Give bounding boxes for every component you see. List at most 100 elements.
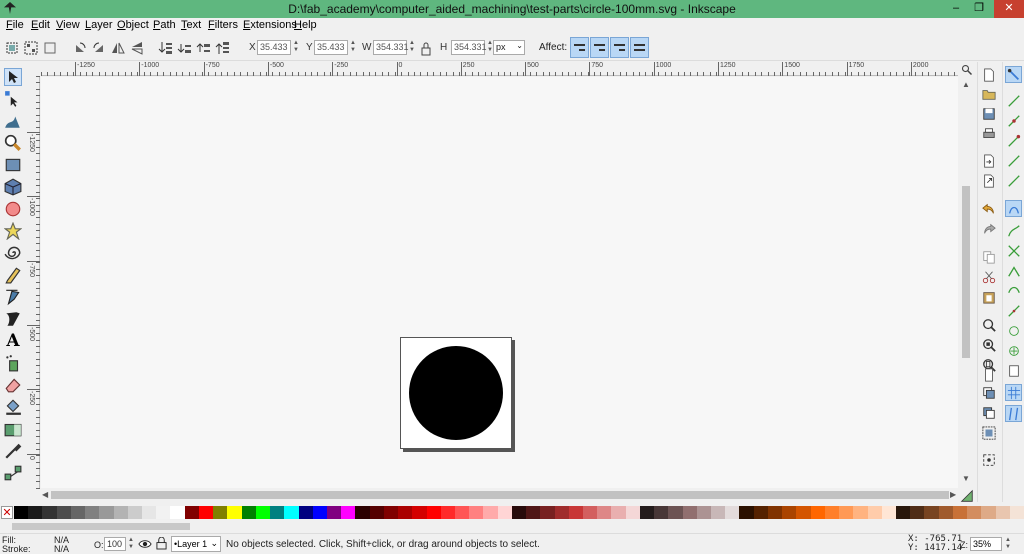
color-swatch[interactable] <box>1009 506 1024 519</box>
lower-icon[interactable] <box>177 40 193 56</box>
color-swatch[interactable] <box>227 506 243 519</box>
scroll-right-icon[interactable]: ▶ <box>950 490 956 499</box>
color-swatch[interactable] <box>895 506 911 519</box>
spiral-tool-button[interactable] <box>4 244 22 262</box>
rotate-cw-icon[interactable] <box>91 40 107 56</box>
selector-tool-button[interactable] <box>4 68 22 86</box>
snap-bbox-icon[interactable] <box>1007 94 1021 108</box>
color-swatch[interactable] <box>711 506 726 519</box>
color-swatch[interactable] <box>867 506 883 519</box>
color-swatch[interactable] <box>469 506 484 519</box>
color-swatch[interactable] <box>28 506 43 519</box>
color-swatch[interactable] <box>198 506 214 519</box>
select-all-layers-icon[interactable] <box>23 40 39 56</box>
color-swatch[interactable] <box>270 506 285 519</box>
color-swatch[interactable] <box>42 506 58 519</box>
snap-smooth-nodes-icon[interactable] <box>1007 284 1021 298</box>
cut-icon[interactable] <box>982 270 996 284</box>
color-swatch[interactable] <box>810 506 826 519</box>
color-swatch[interactable] <box>753 506 769 519</box>
color-swatch[interactable] <box>540 506 556 519</box>
gradient-tool-button[interactable] <box>4 420 22 438</box>
import-icon[interactable] <box>982 154 996 168</box>
duplicate-icon[interactable] <box>982 386 996 400</box>
color-swatch[interactable] <box>113 506 129 519</box>
xml-editor-icon[interactable] <box>982 453 996 467</box>
copy-icon[interactable] <box>982 250 996 264</box>
raise-to-top-icon[interactable] <box>215 40 231 56</box>
clone-icon[interactable] <box>982 406 996 420</box>
palette-scroll-thumb[interactable] <box>12 523 190 530</box>
snap-bbox-center-icon[interactable] <box>1007 174 1021 188</box>
zoom-spinner-icon[interactable]: ▲ ▼ <box>1004 537 1012 552</box>
horizontal-scroll-thumb[interactable] <box>51 491 949 499</box>
color-swatch[interactable] <box>597 506 612 519</box>
scroll-down-icon[interactable]: ▼ <box>962 474 970 483</box>
color-swatch[interactable] <box>454 506 470 519</box>
snap-bbox-midpoint-icon[interactable] <box>1007 154 1021 168</box>
color-swatch[interactable] <box>526 506 541 519</box>
affect-patterns-button[interactable] <box>630 37 649 58</box>
opacity-input[interactable]: 100 <box>104 537 126 551</box>
x-spinner-icon[interactable]: ▲ ▼ <box>292 40 300 55</box>
raise-icon[interactable] <box>196 40 212 56</box>
horizontal-scrollbar[interactable]: ◀ ▶ <box>41 488 958 503</box>
color-swatch[interactable] <box>938 506 954 519</box>
document-properties-icon[interactable] <box>982 368 996 382</box>
color-swatch[interactable] <box>511 506 527 519</box>
color-swatch[interactable] <box>725 506 740 519</box>
color-swatch[interactable] <box>668 506 684 519</box>
color-swatch[interactable] <box>284 506 299 519</box>
h-input[interactable]: 354.331 <box>451 40 487 55</box>
color-swatch[interactable] <box>639 506 655 519</box>
vertical-scrollbar[interactable]: ▲ ▼ <box>958 62 975 488</box>
color-swatch[interactable] <box>483 506 499 519</box>
color-swatch[interactable] <box>654 506 669 519</box>
scroll-up-icon[interactable]: ▲ <box>962 80 970 89</box>
color-swatch[interactable] <box>398 506 413 519</box>
menu-filters[interactable]: Filters <box>208 19 238 31</box>
text-tool-button[interactable]: A <box>4 332 22 350</box>
color-swatch[interactable] <box>85 506 100 519</box>
snap-cusp-nodes-icon[interactable] <box>1007 264 1021 278</box>
enable-snapping-button[interactable] <box>1005 66 1022 83</box>
snap-page-border-icon[interactable] <box>1007 364 1021 378</box>
color-swatch[interactable] <box>782 506 797 519</box>
zoom-drawing-icon[interactable] <box>982 338 996 352</box>
zoom-tool-button[interactable] <box>4 134 22 152</box>
snap-midpoints-icon[interactable] <box>1007 304 1021 318</box>
opacity-spinner-icon[interactable]: ▲ ▼ <box>127 537 135 552</box>
snap-guides-button[interactable] <box>1005 405 1022 422</box>
color-swatch[interactable] <box>184 506 200 519</box>
maximize-button[interactable]: ❐ <box>966 0 992 18</box>
menu-object[interactable]: Object <box>117 19 149 31</box>
color-management-icon[interactable] <box>960 489 974 503</box>
connector-tool-button[interactable] <box>4 464 22 482</box>
color-swatch[interactable] <box>881 506 897 519</box>
color-swatch[interactable] <box>739 506 755 519</box>
affect-stroke-width-button[interactable] <box>570 37 589 58</box>
color-swatch[interactable] <box>369 506 385 519</box>
color-swatch[interactable] <box>355 506 371 519</box>
scroll-left-icon[interactable]: ◀ <box>42 490 48 499</box>
y-input[interactable]: 35.433 <box>314 40 348 55</box>
menu-extensions[interactable]: Extensions <box>243 19 297 31</box>
snap-rotation-centers-icon[interactable] <box>1007 344 1021 358</box>
palette-scrollbar[interactable] <box>0 521 1024 532</box>
lower-to-bottom-icon[interactable] <box>158 40 174 56</box>
color-swatch[interactable] <box>796 506 812 519</box>
rectangle-tool-button[interactable] <box>4 156 22 174</box>
zoom-magnifier-icon[interactable] <box>961 64 973 76</box>
undo-icon[interactable] <box>982 202 996 216</box>
lock-icon[interactable] <box>418 41 434 57</box>
color-swatch[interactable] <box>440 506 456 519</box>
color-swatch[interactable] <box>696 506 712 519</box>
color-swatch[interactable] <box>426 506 442 519</box>
eye-visibility-icon[interactable] <box>138 538 152 550</box>
color-swatch[interactable] <box>611 506 627 519</box>
export-icon[interactable] <box>982 174 996 188</box>
color-swatch[interactable] <box>568 506 584 519</box>
redo-icon[interactable] <box>982 222 996 236</box>
color-swatch[interactable] <box>497 506 513 519</box>
color-swatch[interactable] <box>767 506 783 519</box>
